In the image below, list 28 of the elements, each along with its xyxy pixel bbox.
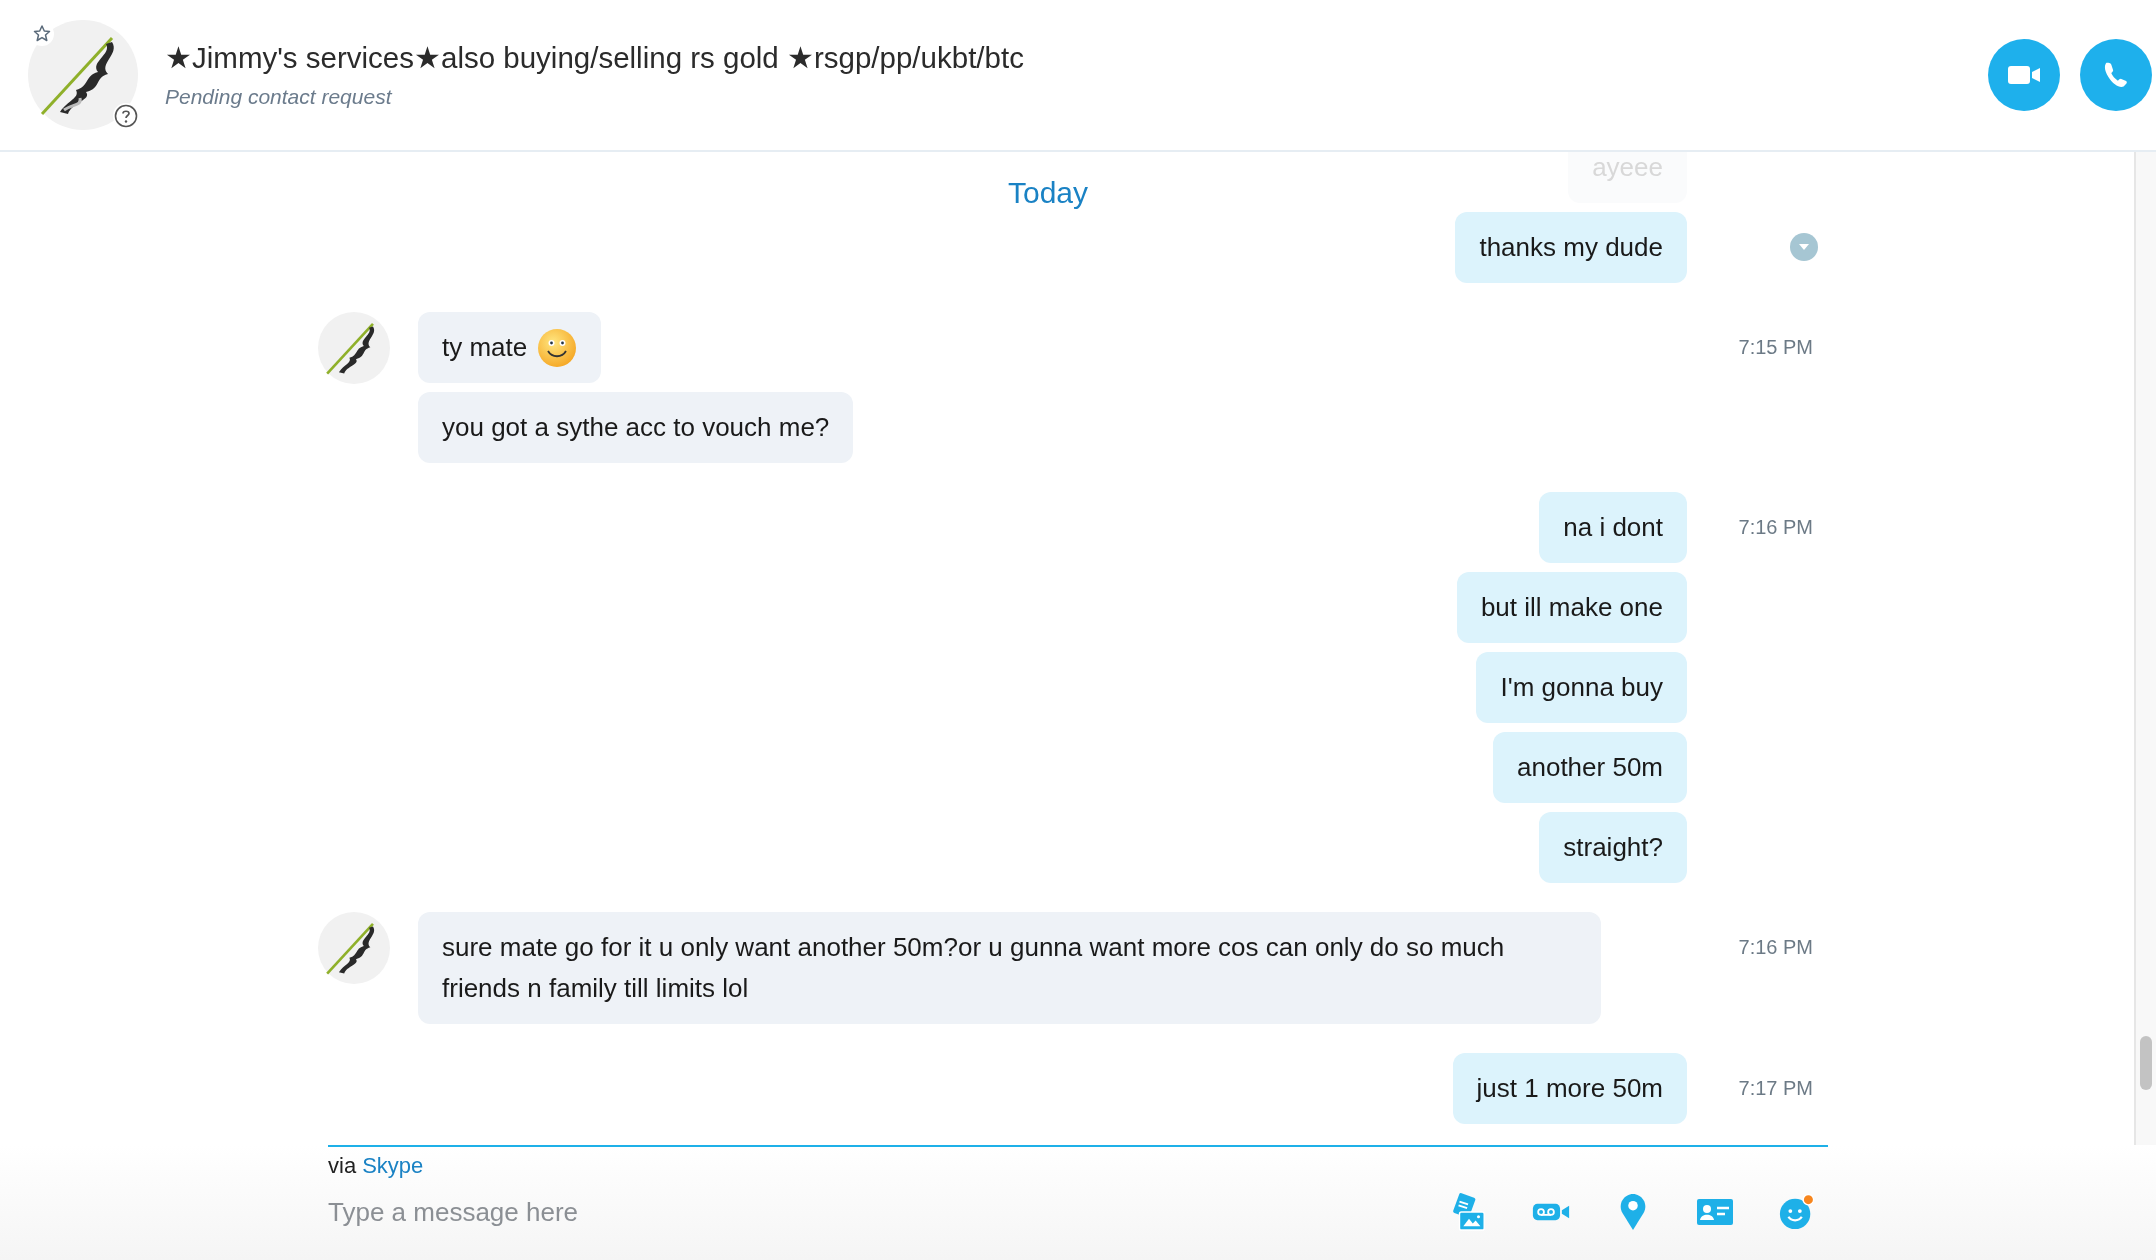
scrollbar-thumb[interactable] bbox=[2140, 1036, 2152, 1090]
message-bubble: I'm gonna buy bbox=[1476, 652, 1687, 723]
contact-name: ★Jimmy's services★also buying/selling rs gold ★rsgp/pp/ukbt/btc bbox=[165, 41, 1025, 75]
contact-status: Pending contact request bbox=[165, 85, 394, 109]
help-icon[interactable] bbox=[112, 102, 140, 130]
via-label: via bbox=[328, 1153, 357, 1179]
message-bubble: but ill make one bbox=[1456, 572, 1687, 643]
message-bubble: just 1 more 50m bbox=[1452, 1053, 1687, 1124]
message-bubble: sure mate go for it u only want another 50m?or u gunna want more cos can only do so much friends n family till limits lol bbox=[418, 912, 1601, 1024]
avatar-icon bbox=[28, 20, 138, 130]
message-time: 7:15 PM bbox=[1738, 335, 1813, 360]
emoji-icon[interactable] bbox=[1778, 1193, 1816, 1231]
date-divider: Today bbox=[1007, 176, 1089, 210]
media-icon[interactable] bbox=[1450, 1193, 1488, 1231]
message-time: 7:16 PM bbox=[1738, 935, 1813, 960]
avatar-icon bbox=[318, 912, 390, 984]
message-bubble: another 50m bbox=[1493, 732, 1687, 803]
message-bubble: you got a sythe acc to vouch me? bbox=[418, 392, 854, 463]
message-time: 7:16 PM bbox=[1738, 515, 1813, 540]
message-input[interactable]: Type a message here bbox=[328, 1196, 1450, 1228]
message-bubble: na i dont bbox=[1539, 492, 1687, 563]
message-bubble: straight? bbox=[1539, 812, 1687, 883]
skype-link[interactable]: Skype bbox=[362, 1153, 424, 1179]
scroll-down-icon[interactable] bbox=[1790, 233, 1818, 261]
message-bubble: ty mate bbox=[418, 312, 602, 383]
message-time: 7:17 PM bbox=[1738, 1076, 1813, 1101]
message-bubble: thanks my dude bbox=[1455, 212, 1687, 283]
avatar-icon bbox=[318, 312, 390, 384]
